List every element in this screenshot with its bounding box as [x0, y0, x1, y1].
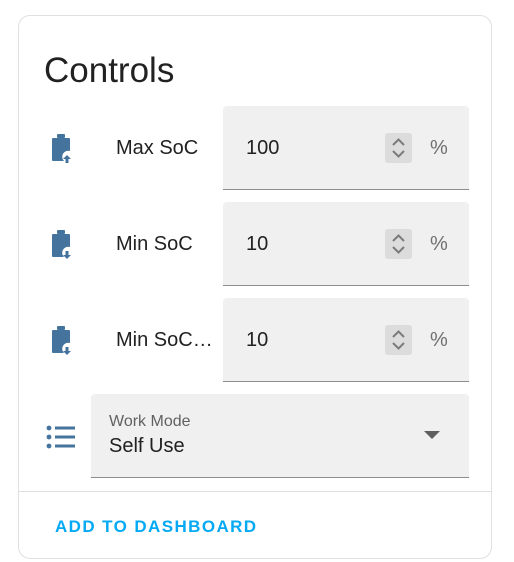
- card-title: Controls: [44, 51, 175, 90]
- work-mode-label: Work Mode: [109, 413, 191, 430]
- number-row-min-soc: Min SoC 10 %: [19, 202, 493, 286]
- controls-card: Controls Max SoC 100 % Min SoC 10 % Min …: [18, 15, 492, 559]
- min-soc-grid-input[interactable]: 10 %: [223, 298, 469, 382]
- max-soc-label: Max SoC: [116, 137, 199, 159]
- work-mode-value[interactable]: Self Use: [109, 434, 185, 458]
- format-list-bulleted-icon: [46, 425, 75, 449]
- min-soc-stepper[interactable]: [385, 229, 412, 259]
- number-row-max-soc: Max SoC 100 %: [19, 106, 493, 190]
- min-soc-input[interactable]: 10 %: [223, 202, 469, 286]
- battery-charging-down-icon: [52, 230, 71, 259]
- max-soc-value[interactable]: 100: [246, 136, 279, 160]
- min-soc-grid-value[interactable]: 10: [246, 328, 268, 352]
- min-soc-unit: %: [430, 233, 448, 255]
- dropdown-arrow-icon[interactable]: [424, 431, 440, 439]
- min-soc-value[interactable]: 10: [246, 232, 268, 256]
- max-soc-unit: %: [430, 137, 448, 159]
- min-soc-label: Min SoC: [116, 233, 193, 255]
- work-mode-row: Work Mode Self Use: [19, 394, 493, 478]
- min-soc-grid-stepper[interactable]: [385, 325, 412, 355]
- min-soc-grid-unit: %: [430, 329, 448, 351]
- card-actions-divider: [19, 491, 491, 492]
- min-soc-grid-label: Min SoC…: [116, 329, 213, 351]
- battery-charging-down-icon: [52, 326, 71, 355]
- max-soc-input[interactable]: 100 %: [223, 106, 469, 190]
- max-soc-stepper[interactable]: [385, 133, 412, 163]
- number-row-min-soc-grid: Min SoC… 10 %: [19, 298, 493, 382]
- add-to-dashboard-button[interactable]: ADD TO DASHBOARD: [55, 516, 257, 538]
- work-mode-select[interactable]: Work Mode Self Use: [91, 394, 469, 478]
- battery-charging-up-icon: [52, 134, 71, 163]
